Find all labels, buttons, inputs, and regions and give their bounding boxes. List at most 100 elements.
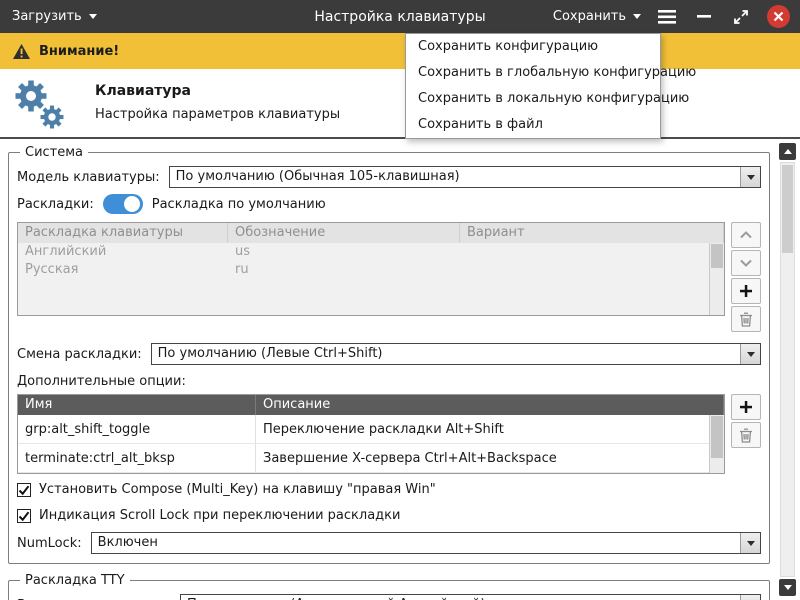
- save-menu-label: Сохранить: [553, 9, 626, 24]
- cell-option-name: grp:alt_shift_toggle: [18, 415, 256, 443]
- column-header: Раскладка клавиатуры: [18, 223, 228, 243]
- table-row[interactable]: Русская ru: [18, 261, 724, 279]
- save-dropdown-menu: Сохранить конфигурацию Сохранить в глоба…: [405, 33, 661, 139]
- arrow-down-icon: [740, 259, 752, 267]
- chevron-down-icon: [633, 14, 641, 19]
- cell-option-name: terminate:ctrl_alt_bksp: [18, 444, 256, 472]
- load-menu-button[interactable]: Загрузить: [12, 9, 97, 24]
- hamburger-menu-icon: [658, 10, 676, 24]
- layouts-default-toggle[interactable]: [103, 194, 143, 214]
- numlock-value: Включен: [92, 533, 740, 553]
- delete-layout-button[interactable]: [731, 306, 761, 332]
- scrolllock-checkbox-row: Индикация Scroll Lock при переключении р…: [17, 505, 761, 526]
- scrollbar-thumb[interactable]: [711, 244, 723, 268]
- scrolllock-checkbox-label: Индикация Scroll Lock при переключении р…: [39, 508, 400, 523]
- dropdown-button[interactable]: [740, 167, 760, 187]
- cell-option-desc: Переключение раскладки Alt+Shift: [256, 415, 724, 443]
- delete-option-button[interactable]: [731, 422, 761, 448]
- numlock-select[interactable]: Включен: [91, 532, 761, 554]
- check-icon: [18, 484, 30, 496]
- column-header: Имя: [18, 395, 256, 415]
- tty-secondary-select[interactable]: По умолчанию (Американский Английский): [180, 594, 761, 600]
- layouts-row: Раскладки: Раскладка по умолчанию: [17, 192, 761, 216]
- move-down-button[interactable]: [731, 250, 761, 276]
- toggle-knob: [124, 196, 140, 212]
- keyboard-model-select[interactable]: По умолчанию (Обычная 105-клавишная): [169, 166, 761, 188]
- table-row[interactable]: terminate:ctrl_alt_bksp Завершение X-сер…: [18, 444, 724, 473]
- trash-icon: [739, 428, 753, 443]
- scroll-down-button[interactable]: [779, 579, 796, 596]
- chevron-down-icon: [89, 14, 97, 19]
- menu-item-save-local-config[interactable]: Сохранить в локальную конфигурацию: [406, 86, 660, 112]
- close-icon: [773, 11, 784, 22]
- cell-layout: Русская: [18, 261, 228, 279]
- plus-icon: [739, 400, 753, 414]
- titlebar-actions: Сохранить: [553, 5, 790, 28]
- numlock-row: NumLock: Включен: [17, 531, 761, 555]
- system-group-title: Система: [20, 145, 88, 160]
- minimize-icon: [697, 15, 711, 19]
- move-up-button[interactable]: [731, 222, 761, 248]
- system-group: Система Модель клавиатуры: По умолчанию …: [8, 145, 770, 564]
- add-option-button[interactable]: [731, 394, 761, 420]
- chevron-down-icon: [747, 352, 755, 357]
- expand-icon: [733, 9, 749, 25]
- column-header: Обозначение: [228, 223, 460, 243]
- compose-checkbox[interactable]: [17, 483, 31, 497]
- cell-code: us: [228, 243, 460, 261]
- layouts-table-scrollbar[interactable]: [709, 243, 724, 315]
- cell-code: ru: [228, 261, 460, 279]
- table-row[interactable]: grp:alt_shift_toggle Переключение раскла…: [18, 415, 724, 444]
- titlebar: Настройка клавиатуры Загрузить Сохранить: [0, 0, 800, 33]
- scrollbar-thumb[interactable]: [711, 416, 723, 458]
- menu-item-save-config[interactable]: Сохранить конфигурацию: [406, 34, 660, 60]
- gears-icon: [10, 74, 68, 136]
- tty-group-title: Раскладка TTY: [20, 573, 130, 588]
- layouts-table-buttons: [731, 222, 761, 334]
- options-table[interactable]: Имя Описание grp:alt_shift_toggle Перекл…: [17, 394, 725, 474]
- cell-option-desc: Завершение X-сервера Ctrl+Alt+Backspace: [256, 444, 724, 472]
- options-table-scrollbar[interactable]: [709, 415, 724, 473]
- close-button[interactable]: [767, 5, 790, 28]
- menu-item-save-to-file[interactable]: Сохранить в файл: [406, 112, 660, 138]
- dropdown-button[interactable]: [740, 533, 760, 553]
- scrolllock-checkbox[interactable]: [17, 509, 31, 523]
- tty-group: Раскладка TTY Вторичная раскладка: По ум…: [8, 573, 770, 600]
- trash-icon: [739, 312, 753, 327]
- layouts-table-header: Раскладка клавиатуры Обозначение Вариант: [18, 223, 724, 243]
- options-table-buttons: [731, 394, 761, 450]
- page-title: Клавиатура: [95, 83, 191, 99]
- warning-text: Внимание!: [39, 44, 119, 59]
- scrollbar-track[interactable]: [780, 162, 795, 577]
- numlock-label: NumLock:: [17, 536, 82, 551]
- scrollbar-thumb[interactable]: [782, 165, 793, 253]
- plus-icon: [739, 284, 753, 298]
- main-content: Система Модель клавиатуры: По умолчанию …: [0, 137, 800, 600]
- tty-secondary-value: По умолчанию (Американский Английский): [181, 595, 740, 600]
- tty-secondary-row: Вторичная раскладка: По умолчанию (Амери…: [17, 593, 761, 600]
- layout-switch-value: По умолчанию (Левые Ctrl+Shift): [152, 344, 740, 364]
- menu-item-save-global-config[interactable]: Сохранить в глобальную конфигурацию: [406, 60, 660, 86]
- layout-switch-select[interactable]: По умолчанию (Левые Ctrl+Shift): [151, 343, 761, 365]
- save-menu-button[interactable]: Сохранить: [553, 9, 641, 24]
- options-table-wrap: Имя Описание grp:alt_shift_toggle Перекл…: [17, 394, 761, 474]
- hamburger-menu-button[interactable]: [656, 6, 678, 28]
- fullscreen-button[interactable]: [730, 6, 752, 28]
- dropdown-button[interactable]: [740, 344, 760, 364]
- compose-checkbox-row: Установить Compose (Multi_Key) на клавиш…: [17, 479, 761, 500]
- layouts-table[interactable]: Раскладка клавиатуры Обозначение Вариант…: [17, 222, 725, 316]
- table-row[interactable]: Английский us: [18, 243, 724, 261]
- scroll-up-button[interactable]: [779, 143, 796, 160]
- main-scrollbar[interactable]: [779, 143, 796, 596]
- chevron-down-icon: [747, 175, 755, 180]
- check-icon: [18, 510, 30, 522]
- minimize-button[interactable]: [693, 6, 715, 28]
- load-menu-label: Загрузить: [12, 9, 82, 24]
- keyboard-model-row: Модель клавиатуры: По умолчанию (Обычная…: [17, 165, 761, 189]
- warning-bar: Внимание!: [0, 33, 800, 69]
- add-layout-button[interactable]: [731, 278, 761, 304]
- dropdown-button[interactable]: [740, 595, 760, 600]
- arrow-down-icon: [784, 585, 792, 590]
- warning-icon: [12, 43, 31, 60]
- options-table-header: Имя Описание: [18, 395, 724, 415]
